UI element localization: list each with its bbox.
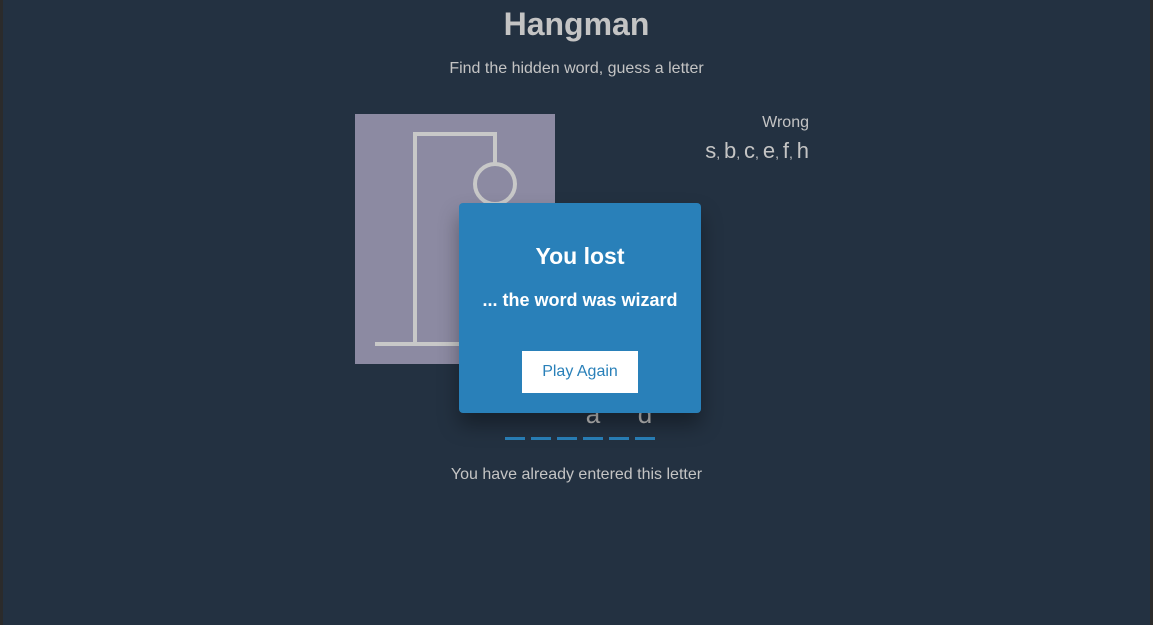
wrong-label: Wrong: [762, 114, 809, 131]
letter-separator: ,: [736, 145, 745, 161]
letter-separator: ,: [775, 145, 783, 161]
game-over-popup: You lost ... the word was wizard Play Ag…: [459, 203, 701, 413]
wrong-letter: s: [705, 138, 717, 163]
popup-message: ... the word was wizard: [482, 290, 678, 310]
popup-title: You lost: [535, 243, 625, 269]
notification-message: You have already entered this letter: [450, 466, 703, 483]
figure-head: [473, 162, 517, 206]
letter-separator: ,: [716, 145, 724, 161]
page-title: Hangman: [503, 6, 650, 42]
wrong-letter: b: [724, 138, 737, 163]
wrong-letter: h: [796, 138, 809, 163]
page-subtitle: Find the hidden word, guess a letter: [449, 60, 704, 77]
play-again-button[interactable]: Play Again: [522, 351, 638, 393]
wrong-letter: e: [762, 138, 776, 163]
wrong-letters-container: Wrong s, b, c, e, f, h: [705, 114, 809, 164]
letter-separator: ,: [788, 145, 797, 161]
wrong-letters-list: s, b, c, e, f, h: [705, 138, 809, 164]
letter-separator: ,: [755, 145, 763, 161]
wrong-letter: c: [744, 138, 756, 163]
